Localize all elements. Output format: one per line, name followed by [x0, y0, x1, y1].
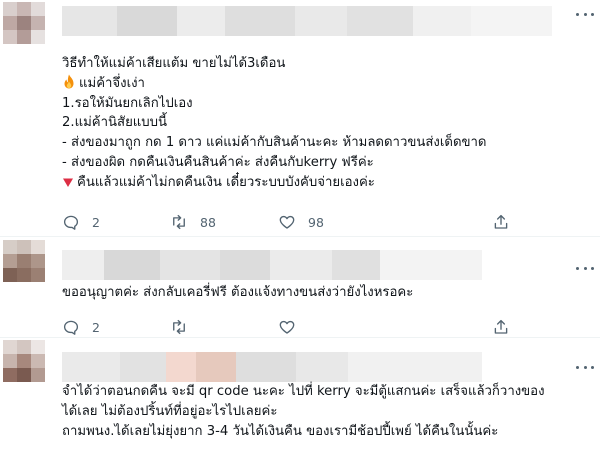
reply-count: 2 — [92, 319, 100, 335]
tweet-line-text: แม่ค้าจึ่งเง่า — [79, 75, 145, 91]
tweet-line: จำได้ว่าตอนกดคืน จะมี qr code นะคะ ไปที่… — [62, 384, 545, 399]
tweet-line: วิธีทำให้แม่ค้าเสียแต้ม ขายไม่ได้3เดือน — [62, 56, 286, 71]
tweet-2[interactable]: ขออนุญาตค่ะ ส่งกลับเคอรี่ฟรี ต้องแจ้งทาง… — [0, 237, 600, 337]
heart-icon — [279, 320, 295, 334]
tweet-text: ขออนุญาตค่ะ ส่งกลับเคอรี่ฟรี ต้องแจ้งทาง… — [62, 283, 413, 303]
reply-count: 2 — [92, 214, 100, 230]
share-icon — [494, 319, 508, 334]
tweet-actions: 2 88 98 — [62, 212, 582, 232]
tweet-text: วิธีทำให้แม่ค้าเสียแต้ม ขายไม่ได้3เดือน … — [62, 54, 487, 193]
tweet-line: ถามพนง.ได้เลยไม่ยุ่งยาก 3-4 วันได้เงินคื… — [62, 423, 499, 439]
username-redacted[interactable] — [62, 250, 482, 280]
avatar[interactable] — [3, 2, 45, 44]
retweet-button[interactable]: 88 — [170, 212, 216, 232]
retweet-icon — [173, 214, 185, 230]
tweet-line: ได้เลย ไม่ต้องปริ้นท์ที่อยู่อะไรไปเลยค่ะ — [62, 403, 278, 419]
username-redacted[interactable] — [62, 6, 552, 36]
tweet-actions: 2 — [62, 317, 582, 337]
tweet-text: จำได้ว่าตอนกดคืน จะมี qr code นะคะ ไปที่… — [62, 382, 545, 441]
reply-icon — [63, 215, 79, 230]
tweet-1[interactable]: วิธีทำให้แม่ค้าเสียแต้ม ขายไม่ได้3เดือน … — [0, 0, 600, 236]
share-button[interactable] — [492, 212, 510, 232]
red-triangle-down-icon — [63, 178, 73, 187]
retweet-count: 88 — [200, 214, 216, 230]
reply-button[interactable]: 2 — [62, 212, 100, 232]
tweet-line: 2.แม่ค้านิสัยแบบนี้ — [62, 115, 168, 131]
reply-button[interactable]: 2 — [62, 317, 100, 337]
retweet-icon — [173, 319, 185, 335]
share-icon — [494, 214, 508, 229]
retweet-button[interactable] — [170, 317, 188, 337]
tweet-line-text: คืนแล้วแม่ค้าไม่กดคืนเงิน เดี๋ยวระบบบังค… — [77, 174, 375, 190]
tweet-line: - ส่งของมาถูก กด 1 ดาว แค่แม่ค้ากับสินค้… — [62, 135, 487, 151]
username-redacted[interactable] — [62, 352, 482, 382]
fire-icon — [64, 74, 74, 89]
heart-icon — [279, 215, 295, 229]
like-button[interactable]: 98 — [278, 212, 324, 232]
avatar[interactable] — [3, 240, 45, 282]
tweet-line: คืนแล้วแม่ค้าไม่กดคืนเงิน เดี๋ยวระบบบังค… — [62, 173, 487, 193]
tweet-line: แม่ค้าจึ่งเง่า — [62, 74, 487, 94]
like-count: 98 — [308, 214, 324, 230]
more-options-icon[interactable] — [576, 7, 594, 21]
avatar[interactable] — [3, 340, 45, 382]
more-options-icon[interactable] — [576, 261, 594, 275]
tweet-line: - ส่งของผิด กดคืนเงินคืนสินค้าค่ะ ส่งคืน… — [62, 154, 374, 170]
more-options-icon[interactable] — [576, 360, 594, 374]
reply-icon — [63, 320, 79, 335]
tweet-line: 1.รอให้มันยกเลิกไปเอง — [62, 95, 193, 111]
like-button[interactable] — [278, 317, 296, 337]
tweet-line: ขออนุญาตค่ะ ส่งกลับเคอรี่ฟรี ต้องแจ้งทาง… — [62, 285, 414, 300]
tweet-3[interactable]: จำได้ว่าตอนกดคืน จะมี qr code นะคะ ไปที่… — [0, 338, 600, 461]
share-button[interactable] — [492, 317, 510, 337]
